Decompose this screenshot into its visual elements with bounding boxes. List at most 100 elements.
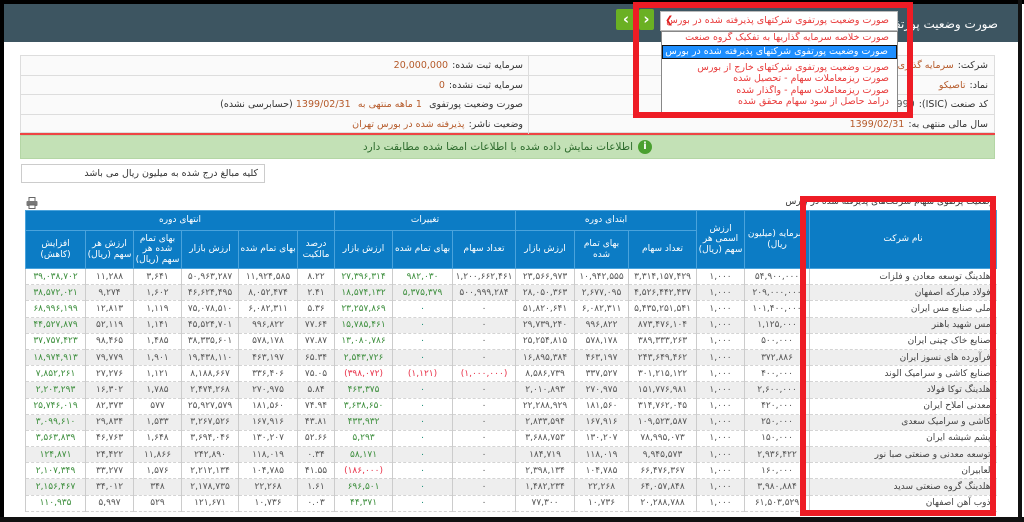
portfolio-table: نام شرکت سرمایه (میلیون ریال) ارزش اسمی …	[24, 210, 998, 512]
table-row: هلدینگ گروه صنعتی سدید ۳,۹۸۰,۸۸۴ ۱,۰۰۰ ۶۴,۰…	[24, 478, 997, 496]
cell-company-name[interactable]: کاشی و سرامیک سعدی	[809, 414, 997, 431]
option-disposed-trades[interactable]: صورت ریزمعاملات سهام - واگذار شده	[662, 85, 897, 97]
cell-end-market-value: ۲۵,۹۲۷,۵۷۹	[181, 398, 239, 415]
cell-end-market-value: ۱۹,۴۳۸,۱۱۰	[181, 349, 239, 367]
cell-end-market-value: ۵۰,۹۶۳,۲۸۷	[181, 268, 239, 286]
prev-button[interactable]: ‹	[616, 9, 636, 30]
publisher-value: پذیرفته شده در بورس تهران	[352, 118, 465, 130]
col-par-value[interactable]: ارزش اسمی هر سهم (ریال)	[696, 210, 746, 269]
cell-start-cost: ۱۳۰,۲۰۷	[574, 430, 629, 448]
cell-change-cost: ۰	[392, 446, 453, 464]
cell-company-name[interactable]: هلدینگ گروه صنعتی سدید	[809, 478, 997, 496]
cell-start-share-count: ۱۵۱,۷۷۶,۹۸۱	[628, 381, 697, 399]
cell-company-name[interactable]: لعابیران	[809, 462, 997, 480]
cell-company-name[interactable]: هلدینگ توکا فولاد	[809, 381, 997, 399]
cell-change-cost: ۰	[392, 381, 453, 399]
report-select-options: صورت خلاصه سرمایه گذاریها به تفکیک گروه …	[661, 31, 898, 113]
cell-capital: ۳,۹۸۰,۸۸۴	[744, 478, 810, 496]
cell-end-value-per-share: ۱۲,۸۱۳	[85, 300, 134, 318]
cell-ownership-percent: ۷۷.۶۴	[297, 317, 335, 334]
cell-company-name[interactable]: صنایع کاشی و سرامیک الوند	[809, 365, 997, 383]
col-gain-loss[interactable]: افزایش (کاهش)	[24, 230, 87, 269]
cell-company-name[interactable]: صنایع خاک چینی ایران	[809, 333, 997, 350]
cell-end-market-value: ۲۴۲,۸۹۰	[181, 446, 239, 464]
cell-par-value: ۱,۰۰۰	[696, 414, 745, 431]
cell-change-share-count: ۰	[452, 381, 516, 399]
option-acquired-trades[interactable]: صورت ریزمعاملات سهام - تحصیل شده	[662, 73, 897, 85]
col-end-cost[interactable]: بهای تمام شده	[238, 230, 299, 269]
col-start-market-value[interactable]: ارزش بازار	[515, 230, 576, 269]
option-dividend-income[interactable]: درامد حاصل از سود سهام محقق شده	[662, 96, 897, 108]
cell-company-name[interactable]: مس شهید باهنر	[809, 317, 997, 334]
period-label: صورت وضعیت پورتفوی	[429, 99, 523, 110]
period-months: 1 ماهه منتهی به	[357, 99, 422, 110]
cell-end-cost: ۹۹۶,۸۲۲	[238, 317, 298, 334]
col-start-share-count[interactable]: تعداد سهام	[628, 230, 698, 269]
cell-change-market-value: ۴۶۳,۳۷۵	[334, 381, 393, 399]
print-icon[interactable]	[26, 197, 38, 209]
cell-par-value: ۱,۰۰۰	[696, 300, 745, 318]
cell-change-market-value: (۱۸۶,۰۰۰)	[334, 462, 393, 480]
cell-change-cost: ۰	[392, 398, 453, 415]
cell-company-name[interactable]: ذوب آهن اصفهان	[809, 495, 997, 512]
cell-company-name[interactable]: فولاد مبارکه اصفهان	[809, 284, 997, 302]
cell-gain-loss: ۶۸,۹۹۶,۱۹۹	[24, 300, 86, 318]
cell-start-market-value: ۲۹,۷۳۹,۲۴۰	[515, 317, 575, 334]
cell-end-cost: ۱۱,۹۲۴,۵۸۵	[238, 268, 298, 286]
cell-end-value-per-share: ۹۸,۴۶۵	[85, 333, 134, 350]
cell-end-market-value: ۲,۴۷۴,۲۶۸	[181, 381, 239, 399]
period-row: صورت وضعیت پورتفوی 1 ماهه منتهی به 1399/…	[21, 95, 529, 115]
cell-par-value: ۱,۰۰۰	[696, 398, 745, 415]
cell-change-cost: ۰	[392, 462, 453, 480]
cell-company-name[interactable]: معدنی املاح ایران	[809, 398, 997, 415]
cell-start-share-count: ۵,۴۳۵,۲۵۱,۵۴۱	[628, 300, 697, 318]
cell-start-cost: ۹۹۶,۸۲۲	[574, 317, 629, 334]
cell-end-market-value: ۳۸,۳۳۵,۶۰۱	[181, 333, 239, 350]
cell-end-cost: ۱۸۱,۵۶۰	[238, 398, 298, 415]
col-ownership-percent[interactable]: درصد مالکیت	[297, 230, 336, 269]
col-capital[interactable]: سرمایه (میلیون ریال)	[744, 210, 811, 269]
option-unlisted-portfolio[interactable]: صورت وضعیت پورتفوی شرکتهای خارج از بورس	[662, 62, 897, 74]
cell-end-cost-per-share: ۳۴۸	[133, 478, 182, 496]
table-row: هلدینگ توسعه معادن و فلزات ۵۴,۹۰۰,۰۰۰ ۱,۰۰…	[24, 268, 997, 286]
symbol-label: نماد:	[969, 79, 988, 91]
table-row: ذوب آهن اصفهان ۶۱,۵۰۳,۵۲۹ ۱,۰۰۰ ۲۰,۲۸۸,۷۸۸ ۱…	[24, 495, 997, 512]
registered-capital-row: سرمایه ثبت شده:20,000,000	[21, 56, 529, 76]
cell-company-name[interactable]: فرآورده های نسوز ایران	[809, 349, 997, 367]
next-button[interactable]: ›	[639, 9, 654, 30]
cell-par-value: ۱,۰۰۰	[696, 284, 745, 302]
report-select[interactable]: صورت وضعیت پورتفوی شرکتهای پذیرفته شده د…	[660, 11, 898, 31]
col-start-cost[interactable]: بهای تمام شده	[574, 230, 630, 269]
cell-end-cost-per-share: ۱,۵۷۶	[133, 462, 182, 480]
cell-company-name[interactable]: توسعه معدنی و صنعتی صبا نور	[809, 446, 997, 464]
col-change-share-count[interactable]: تعداد سهام	[452, 230, 517, 269]
cell-company-name[interactable]: پشم شیشه ایران	[809, 430, 997, 448]
cell-change-market-value: ۵۸,۱۷۱	[334, 446, 393, 464]
col-end-value-per-share[interactable]: ارزش هر سهم (ریال)	[85, 230, 135, 269]
cell-end-cost-per-share: ۱,۷۸۵	[133, 381, 182, 399]
option-listed-portfolio[interactable]: صورت وضعیت پورتفوی شرکتهای پذیرفته شده د…	[662, 44, 897, 59]
col-change-market-value[interactable]: ارزش بازار	[334, 230, 394, 269]
col-end-cost-per-share[interactable]: بهای تمام شده هر سهم (ریال)	[133, 230, 183, 269]
cell-company-name[interactable]: هلدینگ توسعه معادن و فلزات	[809, 268, 997, 286]
chevron-right-icon: ›	[643, 10, 650, 28]
cell-capital: ۱,۱۲۵,۰۰۰	[744, 317, 810, 334]
cell-start-share-count: ۹,۹۴۵,۵۷۳	[628, 446, 697, 464]
cell-end-value-per-share: ۹,۲۷۴	[85, 284, 134, 302]
col-change-cost[interactable]: بهای تمام شده	[392, 230, 454, 269]
cell-company-name[interactable]: ملی صنایع مس ایران	[809, 300, 997, 318]
cell-change-market-value: ۴۳۳,۹۳۲	[334, 414, 393, 431]
cell-ownership-percent: ۰.۳۴	[297, 446, 335, 464]
cell-start-market-value: ۱,۴۸۲,۲۳۴	[515, 478, 575, 496]
col-company-name[interactable]: نام شرکت	[809, 210, 998, 269]
cell-capital: ۲,۹۳۶,۴۲۲	[744, 446, 810, 464]
cell-end-cost-per-share: ۱,۶۴۸	[133, 430, 182, 448]
cell-end-value-per-share: ۱۱,۲۸۸	[85, 268, 134, 286]
option-industry-summary[interactable]: صورت خلاصه سرمایه گذاریها به تفکیک گروه …	[662, 32, 897, 44]
cell-ownership-percent: ۴۱.۵۵	[297, 462, 335, 480]
col-end-market-value[interactable]: ارزش بازار	[181, 230, 240, 269]
fiscal-row: سال مالی منتهی به:1399/02/31	[528, 114, 994, 134]
group-period-end: انتهای دوره	[24, 210, 336, 231]
chevron-left-icon: ‹	[622, 10, 630, 28]
cell-ownership-percent: ۷۴.۹۴	[297, 398, 335, 415]
